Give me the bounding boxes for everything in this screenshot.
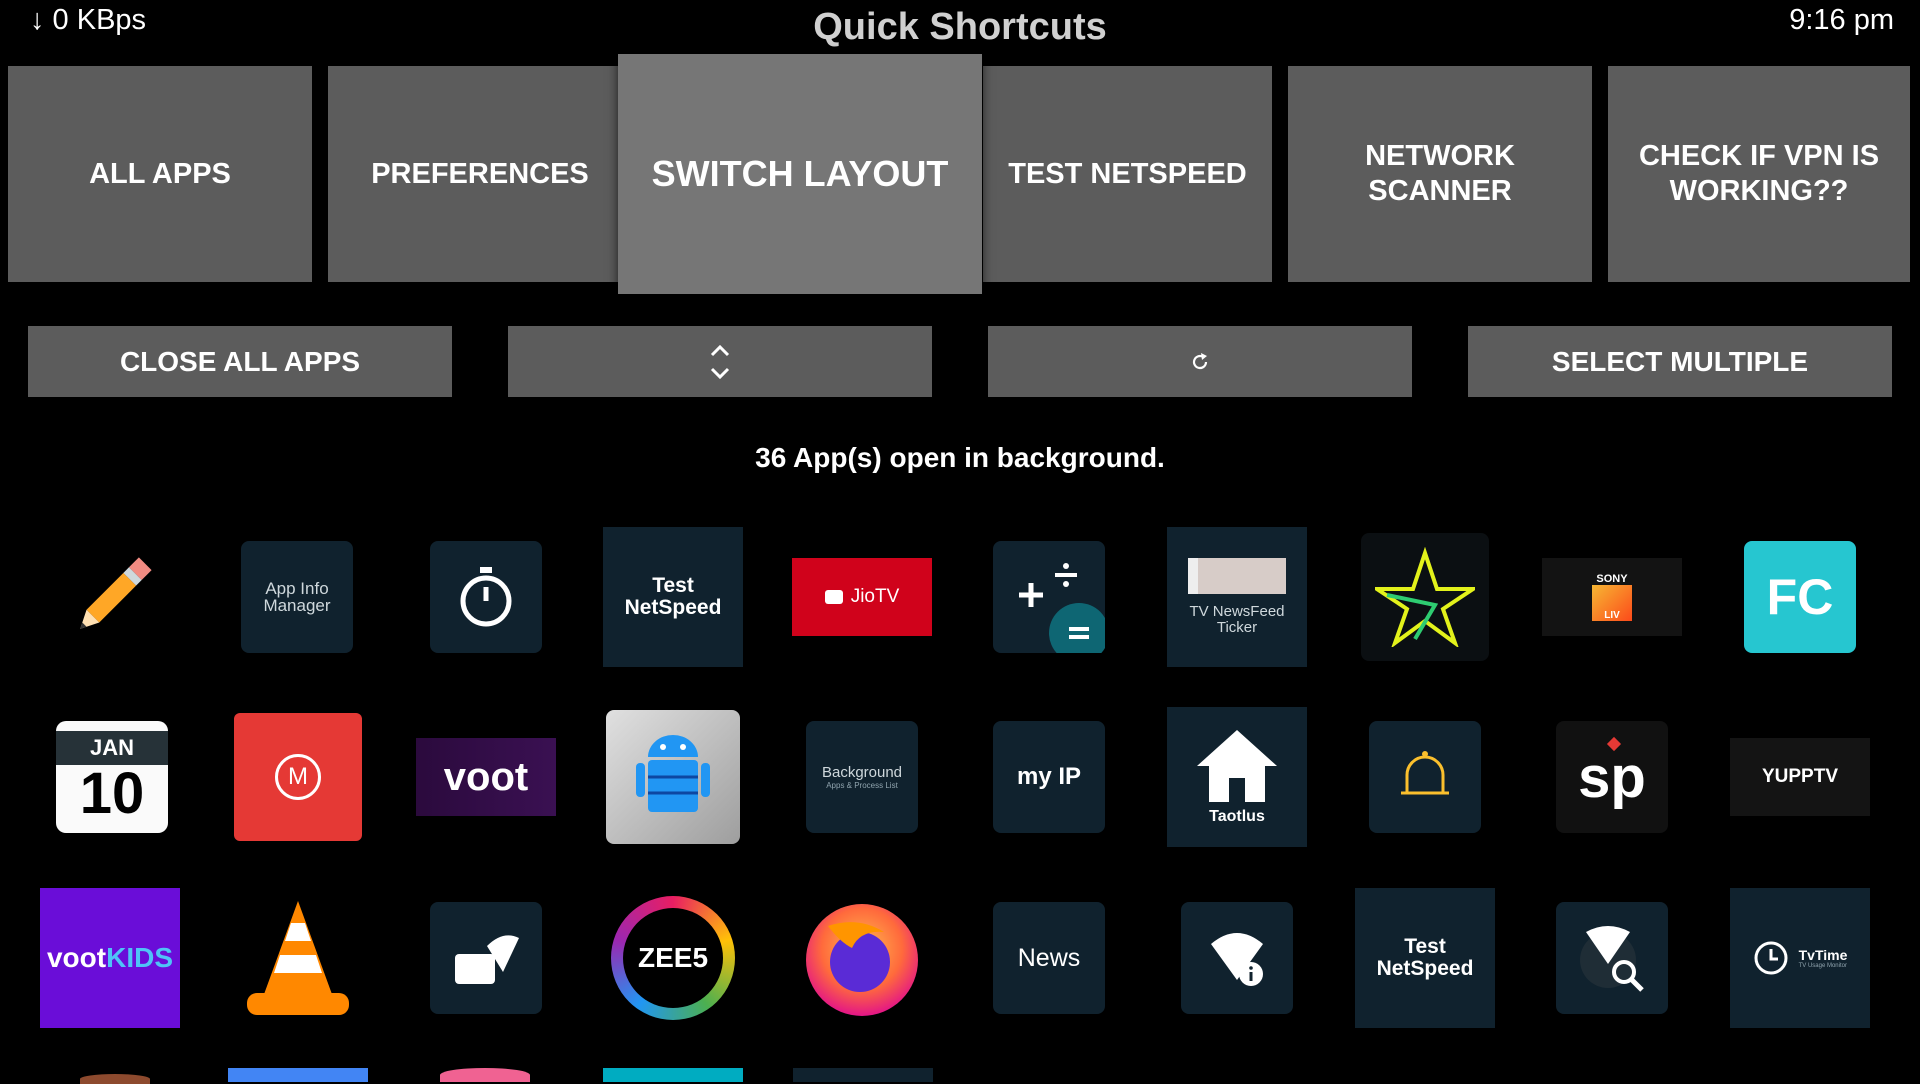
app-tv-newsfeed[interactable]: TV NewsFeed Ticker — [1162, 522, 1312, 672]
app-wifi-info[interactable] — [1162, 883, 1312, 1033]
calculator-icon — [993, 541, 1105, 653]
page-title: Quick Shortcuts — [813, 6, 1107, 48]
app-voot[interactable]: voot — [411, 702, 561, 852]
check-vpn-tile[interactable]: CHECK IF VPN IS WORKING?? — [1608, 66, 1910, 282]
wifi-box-icon — [430, 902, 542, 1014]
clock: 9:16 pm — [1789, 4, 1894, 36]
background-apps-icon: Background Apps & Process List — [806, 721, 918, 833]
mx-cast-icon: M — [234, 713, 362, 841]
yupptv-icon: YUPPTV — [1730, 738, 1870, 816]
test-netspeed-tile[interactable]: TEST NETSPEED — [983, 66, 1272, 282]
taotlus-home-icon: Taotlus — [1167, 707, 1307, 847]
news-icon: News — [993, 902, 1105, 1014]
wifi-search-icon — [1556, 902, 1668, 1014]
app-calendar[interactable]: JAN 10 — [37, 702, 187, 852]
app-voot-kids[interactable]: voot KIDS — [35, 883, 185, 1033]
app-wifi-box[interactable] — [411, 883, 561, 1033]
app-sp[interactable]: sp — [1537, 702, 1687, 852]
app-calculator[interactable] — [974, 522, 1124, 672]
tvtime-icon: TvTime TV Usage Monitor — [1730, 888, 1870, 1028]
app-taotlus[interactable]: Taotlus — [1162, 702, 1312, 852]
app-fc[interactable]: FC — [1725, 522, 1875, 672]
voot-kids-icon: voot KIDS — [40, 888, 180, 1028]
app-info-manager-icon: App Info Manager — [241, 541, 353, 653]
preferences-tile[interactable]: PREFERENCES — [328, 66, 632, 282]
my-ip-icon: my IP — [993, 721, 1105, 833]
android-robot-icon — [606, 710, 740, 844]
refresh-button[interactable] — [988, 326, 1412, 397]
jiotv-icon: JioTV — [792, 558, 932, 636]
app-firefox[interactable] — [787, 883, 937, 1033]
refresh-icon — [1192, 352, 1208, 369]
wifi-info-icon — [1181, 902, 1293, 1014]
select-multiple-button[interactable]: SELECT MULTIPLE — [1468, 326, 1892, 397]
test-netspeed-icon: Test NetSpeed — [603, 527, 743, 667]
app-news[interactable]: News — [974, 883, 1124, 1033]
app-wifi-search[interactable] — [1537, 883, 1687, 1033]
test-netspeed-icon: Test NetSpeed — [1355, 888, 1495, 1028]
switch-layout-tile[interactable]: SWITCH LAYOUT — [618, 54, 982, 294]
tv-newsfeed-ticker-icon: TV NewsFeed Ticker — [1167, 527, 1307, 667]
app-yupptv[interactable]: YUPPTV — [1725, 702, 1875, 852]
app-hotstar[interactable] — [1350, 522, 1500, 672]
calendar-icon: JAN 10 — [56, 721, 168, 833]
app-stopwatch[interactable] — [411, 522, 561, 672]
pencil-icon — [80, 557, 152, 629]
app-notification-bell[interactable] — [1350, 702, 1500, 852]
firefox-icon — [806, 904, 918, 1016]
app-test-netspeed-2[interactable]: Test NetSpeed — [1350, 883, 1500, 1033]
voot-icon: voot — [416, 738, 556, 816]
network-scanner-tile[interactable]: NETWORK SCANNER — [1288, 66, 1592, 282]
up-down-chevrons-icon — [710, 344, 730, 379]
app-partial-1[interactable] — [80, 1074, 150, 1084]
fc-logo-icon: FC — [1744, 541, 1856, 653]
sp-logo-icon: sp — [1556, 721, 1668, 833]
app-mx-cast[interactable]: M — [223, 702, 373, 852]
sort-toggle-button[interactable] — [508, 326, 932, 397]
background-apps-count: 36 App(s) open in background. — [755, 442, 1165, 473]
bell-icon — [1369, 721, 1481, 833]
zee5-icon: ZEE5 — [611, 896, 735, 1020]
app-my-ip[interactable]: my IP — [974, 702, 1124, 852]
app-tvtime[interactable]: TvTime TV Usage Monitor — [1725, 883, 1875, 1033]
all-apps-tile[interactable]: ALL APPS — [8, 66, 312, 282]
app-sony-liv[interactable]: SONY LIV — [1537, 522, 1687, 672]
app-jiotv[interactable]: JioTV — [787, 522, 937, 672]
hotstar-star-icon — [1361, 533, 1489, 661]
sony-liv-icon: SONY LIV — [1542, 558, 1682, 636]
app-zee5[interactable]: ZEE5 — [598, 883, 748, 1033]
app-test-netspeed[interactable]: Test NetSpeed — [598, 522, 748, 672]
vlc-cone-icon — [247, 901, 349, 1015]
app-partial-row — [0, 1066, 1920, 1084]
app-background-apps[interactable]: Background Apps & Process List — [787, 702, 937, 852]
close-all-apps-button[interactable]: CLOSE ALL APPS — [28, 326, 452, 397]
stopwatch-icon — [430, 541, 542, 653]
app-pencil[interactable] — [37, 522, 187, 672]
app-vlc[interactable] — [223, 883, 373, 1033]
app-app-info-manager[interactable]: App Info Manager — [222, 522, 372, 672]
app-android[interactable] — [598, 702, 748, 852]
